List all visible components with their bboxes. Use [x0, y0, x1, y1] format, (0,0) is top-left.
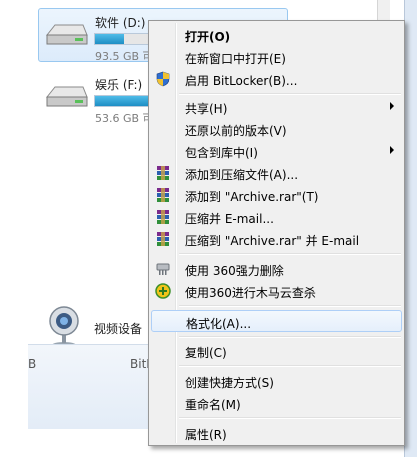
drive-f-size: 53.6 GB 可: [95, 112, 154, 125]
menu-item-label: 包含到库中(I): [185, 146, 258, 160]
menu-item-format[interactable]: 格式化(A)...: [151, 310, 402, 332]
submenu-arrow-icon: [390, 146, 394, 154]
hard-drive-icon: [45, 86, 88, 107]
hard-drive-icon: [45, 24, 88, 45]
context-menu: 打开(O) 在新窗口中打开(E) 启用 BitLocker(B)... 共享(H…: [148, 20, 405, 446]
menu-item-label: 在新窗口中打开(E): [185, 52, 286, 66]
menu-item-add-to-archive-rar[interactable]: 添加到 "Archive.rar"(T): [151, 184, 402, 206]
menu-item-rename[interactable]: 重命名(M): [151, 392, 402, 414]
navigation-pane-edge: [0, 0, 28, 457]
menu-item-add-to-archive[interactable]: 添加到压缩文件(A)...: [151, 162, 402, 184]
menu-item-label: 创建快捷方式(S): [185, 376, 274, 390]
menu-item-open[interactable]: 打开(O): [151, 24, 402, 46]
menu-separator: [179, 93, 401, 95]
menu-item-360-force-delete[interactable]: 使用 360强力删除: [151, 258, 402, 280]
menu-item-label: 属性(R): [185, 428, 227, 442]
shield-icon: [156, 71, 170, 87]
menu-separator: [179, 365, 401, 367]
menu-item-include-in-library[interactable]: 包含到库中(I): [151, 140, 402, 162]
menu-separator: [179, 253, 401, 255]
menu-item-label: 还原以前的版本(V): [185, 124, 287, 138]
menu-item-label: 使用360进行木马云查杀: [185, 286, 316, 300]
menu-separator: [179, 305, 401, 307]
menu-item-properties[interactable]: 属性(R): [151, 422, 402, 444]
menu-item-label: 压缩并 E-mail...: [185, 212, 274, 226]
webcam-label[interactable]: 视频设备: [94, 320, 142, 337]
menu-item-enable-bitlocker[interactable]: 启用 BitLocker(B)...: [151, 68, 402, 90]
menu-item-compress-rar-and-email[interactable]: 压缩到 "Archive.rar" 并 E-mail: [151, 228, 402, 250]
drive-f-name: 娱乐 (F:): [95, 78, 143, 92]
webcam-icon[interactable]: [44, 303, 84, 349]
menu-item-compress-and-email[interactable]: 压缩并 E-mail...: [151, 206, 402, 228]
menu-item-360-trojan-scan[interactable]: 使用360进行木马云查杀: [151, 280, 402, 302]
drive-d-usage-fill: [95, 34, 124, 44]
menu-item-label: 打开(O): [185, 30, 231, 44]
menu-item-open-new-window[interactable]: 在新窗口中打开(E): [151, 46, 402, 68]
window-frame-right: [404, 0, 417, 457]
plus-circle-icon: [155, 283, 171, 299]
menu-item-create-shortcut[interactable]: 创建快捷方式(S): [151, 370, 402, 392]
menu-item-label: 添加到压缩文件(A)...: [185, 168, 299, 182]
drive-d-name: 软件 (D:): [95, 16, 146, 30]
menu-item-label: 使用 360强力删除: [185, 264, 284, 278]
menu-separator: [179, 417, 401, 419]
winrar-icon: [157, 210, 169, 224]
menu-item-share[interactable]: 共享(H): [151, 96, 402, 118]
menu-item-label: 复制(C): [185, 346, 227, 360]
menu-item-label: 格式化(A)...: [186, 317, 252, 331]
menu-item-copy[interactable]: 复制(C): [151, 340, 402, 362]
menu-item-label: 添加到 "Archive.rar"(T): [185, 190, 319, 204]
menu-item-label: 重命名(M): [185, 398, 241, 412]
winrar-icon: [157, 188, 169, 202]
menu-item-label: 启用 BitLocker(B)...: [185, 74, 298, 88]
status-left-text: B: [28, 357, 37, 371]
menu-item-restore-previous[interactable]: 还原以前的版本(V): [151, 118, 402, 140]
menu-separator: [179, 336, 401, 338]
shredder-icon: [156, 263, 170, 275]
menu-item-label: 压缩到 "Archive.rar" 并 E-mail: [185, 234, 360, 248]
winrar-icon: [157, 232, 169, 246]
drive-d-size: 93.5 GB 可: [95, 50, 154, 63]
submenu-arrow-icon: [390, 102, 394, 110]
winrar-icon: [157, 166, 169, 180]
menu-item-label: 共享(H): [185, 102, 228, 116]
